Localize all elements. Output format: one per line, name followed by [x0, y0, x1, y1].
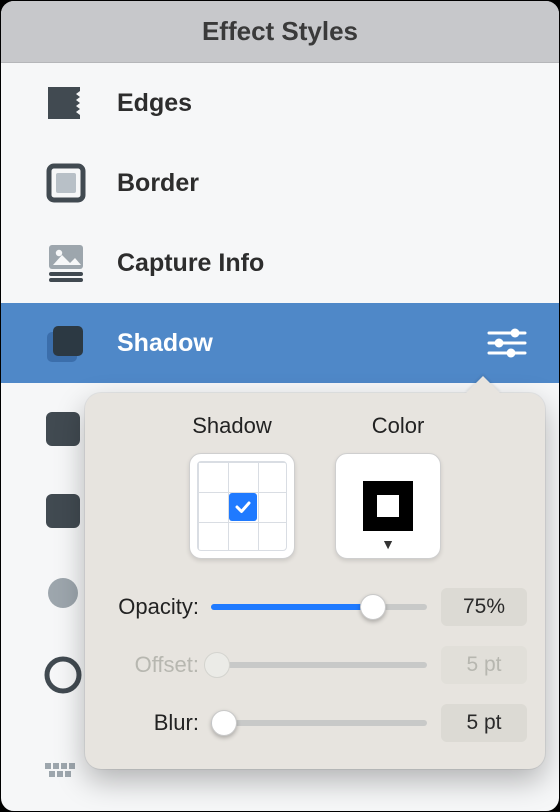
edges-icon — [43, 81, 89, 125]
list-item-edges[interactable]: Edges — [1, 63, 559, 143]
list-item-label: Shadow — [117, 329, 213, 358]
offset-row: Offset: 5 pt — [99, 645, 527, 685]
list-item-label: Border — [117, 169, 199, 198]
opacity-slider[interactable] — [211, 604, 427, 610]
offset-slider — [211, 662, 427, 668]
list-item-label: Edges — [117, 89, 192, 118]
list-item-label: Capture Info — [117, 249, 264, 278]
shadow-position-picker[interactable] — [189, 453, 295, 559]
slider-thumb — [204, 652, 230, 678]
obscured-list-items — [41, 407, 91, 785]
position-grid — [197, 461, 287, 551]
capture-info-icon — [43, 241, 89, 285]
shadow-icon — [43, 320, 89, 366]
position-center-selected — [229, 493, 257, 521]
effect-list: Edges Border Ca — [1, 63, 559, 383]
opacity-row: Opacity: 75% — [99, 587, 527, 627]
offset-label: Offset: — [99, 652, 211, 678]
opacity-value[interactable]: 75% — [441, 588, 527, 626]
blur-value[interactable]: 5 pt — [441, 704, 527, 742]
blur-slider[interactable] — [211, 720, 427, 726]
shadow-options-popover: Shadow Color ▼ — [85, 393, 545, 769]
list-item-shadow[interactable]: Shadow — [1, 303, 559, 383]
opacity-label: Opacity: — [99, 594, 211, 620]
checkmark-icon — [234, 498, 252, 516]
blur-row: Blur: 5 pt — [99, 703, 527, 743]
shadow-color-heading: Color — [343, 413, 453, 439]
chevron-down-icon: ▼ — [336, 536, 440, 552]
shadow-position-heading: Shadow — [177, 413, 287, 439]
color-swatch-icon — [357, 475, 419, 537]
slider-thumb[interactable] — [211, 710, 237, 736]
list-item-border[interactable]: Border — [1, 143, 559, 223]
sliders-icon — [487, 327, 527, 359]
shadow-settings-button[interactable] — [483, 319, 531, 367]
list-item-capture-info[interactable]: Capture Info — [1, 223, 559, 303]
panel-title: Effect Styles — [1, 1, 559, 63]
slider-thumb[interactable] — [360, 594, 386, 620]
offset-value: 5 pt — [441, 646, 527, 684]
shadow-color-picker[interactable]: ▼ — [335, 453, 441, 559]
blur-label: Blur: — [99, 710, 211, 736]
border-icon — [43, 161, 89, 205]
effect-styles-panel: Effect Styles Edges Border — [0, 0, 560, 812]
